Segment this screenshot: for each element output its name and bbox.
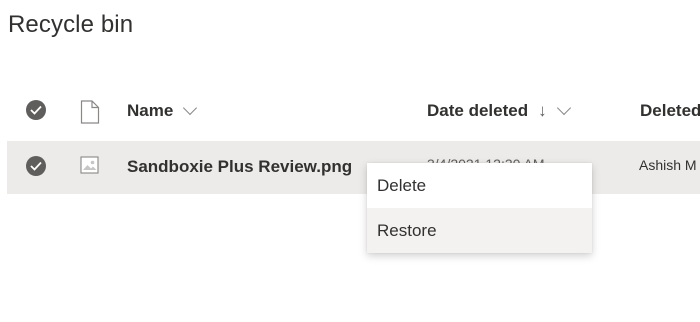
menu-item-restore[interactable]: Restore: [367, 208, 592, 253]
chevron-down-icon: [183, 100, 198, 116]
document-icon: [80, 100, 100, 124]
list-header: Name Date deleted ↓ Deleted: [0, 88, 700, 136]
chevron-down-icon: [556, 100, 571, 116]
check-circle-icon: [26, 156, 46, 176]
sort-descending-icon: ↓: [538, 101, 547, 120]
check-circle-icon: [26, 100, 46, 120]
table-row[interactable]: Sandboxie Plus Review.png 3/4/2021 12:30…: [7, 141, 700, 194]
recycle-bin-page: Recycle bin Name Date deleted ↓ Deleted …: [0, 0, 700, 322]
name-column-header[interactable]: Name: [127, 100, 198, 121]
row-checkbox[interactable]: [26, 156, 48, 178]
menu-item-delete[interactable]: Delete: [367, 163, 592, 208]
date-deleted-header-label: Date deleted: [427, 101, 529, 120]
name-header-label: Name: [127, 101, 174, 120]
file-name[interactable]: Sandboxie Plus Review.png: [127, 157, 352, 177]
context-menu: Delete Restore: [367, 163, 592, 253]
date-deleted-column-header[interactable]: Date deleted ↓: [427, 100, 571, 121]
page-title: Recycle bin: [8, 11, 134, 38]
deleted-by-header-label: Deleted: [640, 101, 700, 120]
file-type-column-header[interactable]: [80, 100, 102, 124]
image-file-icon: [80, 156, 100, 181]
deleted-by-column-header[interactable]: Deleted: [640, 101, 700, 121]
deleted-by-value: Ashish M: [639, 157, 697, 173]
select-all-checkbox[interactable]: [26, 100, 48, 122]
